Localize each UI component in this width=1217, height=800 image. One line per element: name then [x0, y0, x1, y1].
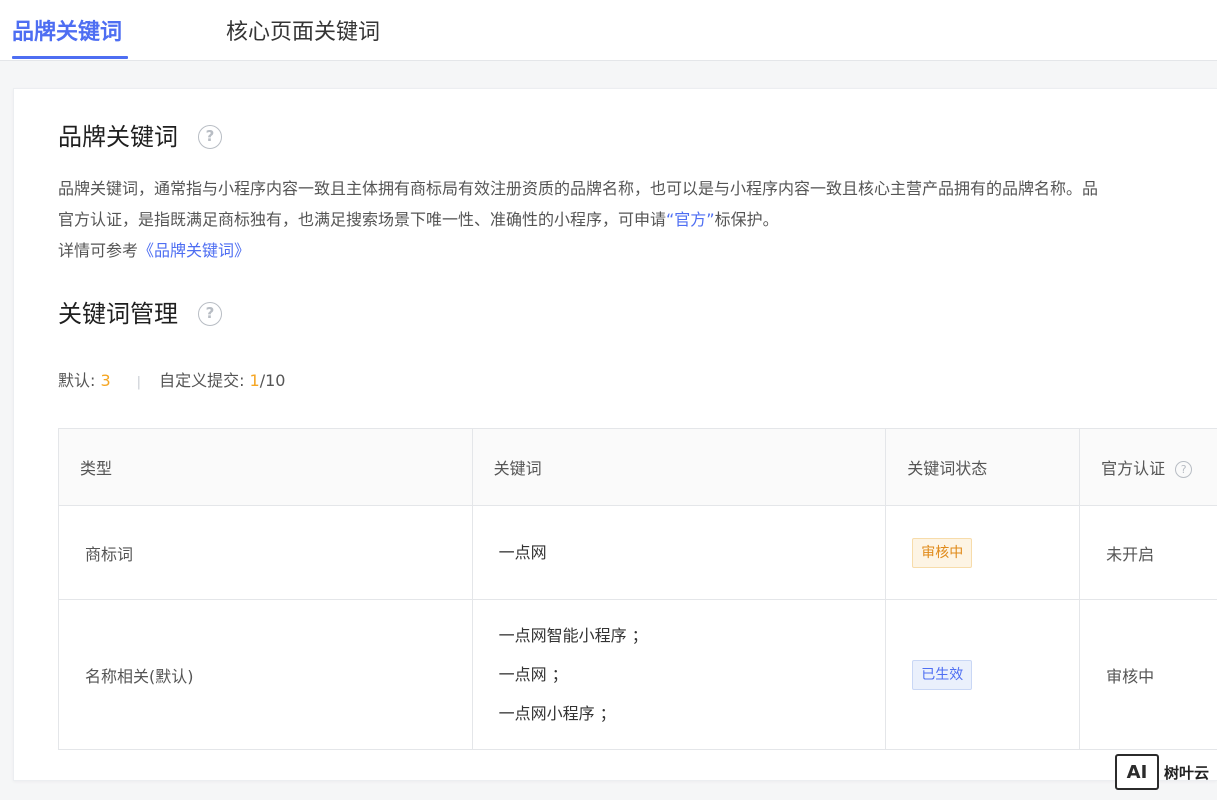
custom-total: /10 [259, 371, 286, 390]
cell-official: 审核中 [1079, 599, 1217, 750]
watermark-logo-icon: AI [1115, 754, 1159, 790]
help-icon[interactable]: ? [1175, 461, 1193, 478]
default-count: 3 [100, 371, 111, 390]
status-badge: 审核中 [912, 537, 973, 568]
tab-core-page-keywords[interactable]: 核心页面关键词 [226, 17, 380, 49]
help-icon[interactable]: ? [198, 302, 222, 326]
brand-keywords-doc-link[interactable]: 《品牌关键词》 [138, 241, 250, 260]
keywords-table: 类型 关键词 关键词状态 官方认证? 商标词 一点网 审核中 未开启 名称相关(… [58, 428, 1217, 750]
custom-label: 自定义提交: [159, 371, 250, 390]
cell-keywords: 一点网智能小程序 ； 一点网 ； 一点网小程序 ； [471, 599, 887, 750]
official-cert-text: 官方认证，是指既满足商标独有，也满足搜索场景下唯一性、准确性的小程序，可申请 [58, 210, 667, 229]
official-link[interactable]: “官方” [666, 210, 715, 229]
custom-used-count: 1 [249, 371, 260, 390]
stats-separator: | [136, 375, 142, 390]
official-cert-description: 官方认证，是指既满足商标独有，也满足搜索场景下唯一性、准确性的小程序，可申请“官… [58, 209, 779, 231]
keyword-management-title: 关键词管理 [58, 300, 178, 328]
cell-status: 已生效 [885, 599, 1081, 750]
column-header-keyword: 关键词 [471, 428, 887, 506]
table-row: 名称相关(默认) 一点网智能小程序 ； 一点网 ； 一点网小程序 ； 已生效 审… [58, 599, 1217, 750]
tab-bar: 品牌关键词 核心页面关键词 [0, 0, 1217, 61]
column-header-status: 关键词状态 [885, 428, 1081, 506]
cell-type: 名称相关(默认) [58, 599, 473, 750]
tab-brand-keywords[interactable]: 品牌关键词 [12, 17, 122, 49]
cell-type: 商标词 [58, 505, 473, 600]
keyword-item: 一点网智能小程序 ； [498, 626, 648, 645]
cell-status: 审核中 [885, 505, 1081, 600]
keyword-item: 一点网 [498, 543, 547, 562]
brand-keywords-description: 品牌关键词，通常指与小程序内容一致且主体拥有商标局有效注册资质的品牌名称，也可以… [58, 179, 1099, 198]
keyword-item: 一点网 ； [498, 665, 568, 684]
brand-keywords-title: 品牌关键词 [58, 123, 178, 151]
cell-official: 未开启 [1079, 505, 1217, 600]
keyword-stats: 默认: 3 | 自定义提交: 1/10 [58, 370, 285, 394]
column-header-official: 官方认证? [1079, 428, 1217, 506]
table-row: 商标词 一点网 审核中 未开启 [58, 505, 1217, 600]
watermark: AI 树叶云 [1115, 753, 1209, 791]
watermark-brand: 树叶云 [1164, 763, 1210, 782]
default-label: 默认: [58, 371, 101, 390]
status-badge: 已生效 [912, 659, 973, 690]
keyword-item: 一点网小程序 ； [498, 704, 616, 723]
cell-keywords: 一点网 [471, 505, 887, 600]
column-header-type: 类型 [58, 428, 473, 506]
reference-line: 详情可参考《品牌关键词》 [58, 240, 250, 262]
table-header-row: 类型 关键词 关键词状态 官方认证? [58, 428, 1217, 506]
content-card: 品牌关键词 ? 品牌关键词，通常指与小程序内容一致且主体拥有商标局有效注册资质的… [13, 88, 1217, 781]
official-header-label: 官方认证 [1101, 459, 1166, 478]
help-icon[interactable]: ? [198, 125, 222, 149]
reference-text: 详情可参考 [58, 241, 139, 260]
active-tab-indicator [12, 56, 128, 59]
official-cert-text-end: 标保护。 [714, 210, 779, 229]
